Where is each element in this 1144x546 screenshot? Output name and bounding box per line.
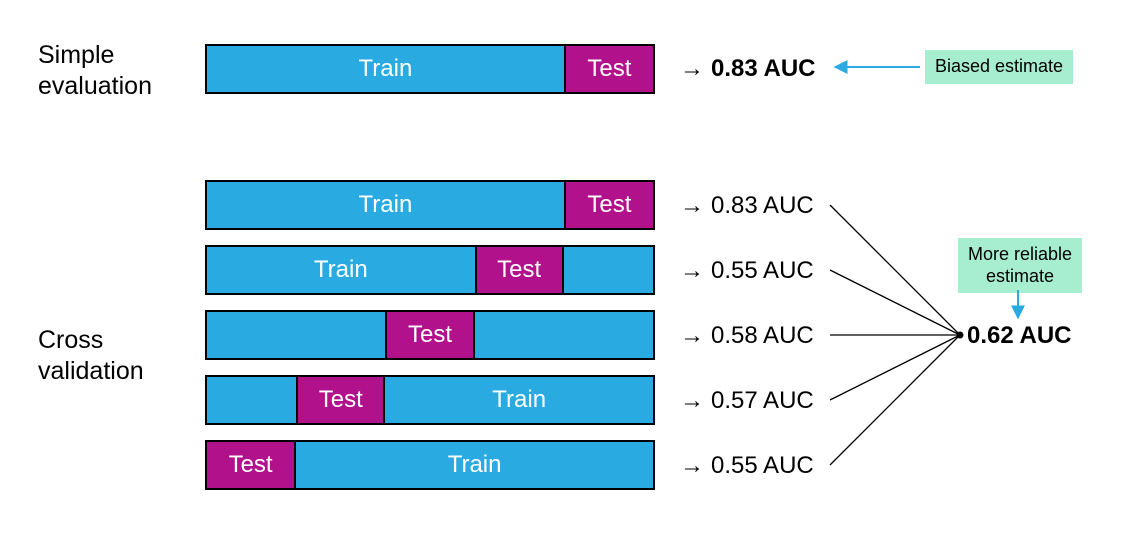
cv2-train-left: Train xyxy=(207,247,475,293)
arrow-icon: → xyxy=(680,257,704,285)
test-label: Test xyxy=(319,386,363,414)
train-label: Train xyxy=(359,191,413,219)
cv2-test: Test xyxy=(475,247,564,293)
section-label-cross: Cross validation xyxy=(38,325,144,388)
test-label: Test xyxy=(408,321,452,349)
simple-result: 0.83 AUC xyxy=(711,55,815,83)
test-label: Test xyxy=(587,191,631,219)
simple-train-segment: Train xyxy=(207,46,564,92)
section-label-simple: Simple evaluation xyxy=(38,40,152,103)
cv5-train: Train xyxy=(296,442,653,488)
simple-test-segment: Test xyxy=(564,46,653,92)
simple-bar: Train Test xyxy=(205,44,655,94)
arrow-icon: → xyxy=(680,322,704,350)
test-label: Test xyxy=(587,55,631,83)
cv-result-2: 0.55 AUC xyxy=(711,257,814,285)
section-label-cross-text: Cross validation xyxy=(38,326,144,385)
arrow-icon: → xyxy=(680,55,704,83)
train-label: Train xyxy=(492,386,546,414)
cv4-train-right: Train xyxy=(385,377,653,423)
train-label: Train xyxy=(359,55,413,83)
cv4-train-left xyxy=(207,377,296,423)
cv2-train-right xyxy=(564,247,653,293)
cv3-test: Test xyxy=(385,312,474,358)
cv5-test: Test xyxy=(207,442,296,488)
test-label: Test xyxy=(229,451,273,479)
cv-result-4: 0.57 AUC xyxy=(711,387,814,415)
cv1-train: Train xyxy=(207,182,564,228)
cv-bar-1: Train Test xyxy=(205,180,655,230)
train-label: Train xyxy=(314,256,368,284)
test-label: Test xyxy=(497,256,541,284)
cv-mean-result: 0.62 AUC xyxy=(967,322,1071,350)
arrow-icon: → xyxy=(680,387,704,415)
cv-bar-3: Test xyxy=(205,310,655,360)
tag-reliable: More reliable estimate xyxy=(958,238,1082,293)
cv-result-1: 0.83 AUC xyxy=(711,192,814,220)
cv1-test: Test xyxy=(564,182,653,228)
arrow-icon: → xyxy=(680,192,704,220)
cv-bar-4: Test Train xyxy=(205,375,655,425)
cv4-test: Test xyxy=(296,377,385,423)
cv3-train-left xyxy=(207,312,385,358)
cv3-train-right xyxy=(475,312,653,358)
arrow-icon: → xyxy=(680,452,704,480)
cv-result-5: 0.55 AUC xyxy=(711,452,814,480)
tag-biased: Biased estimate xyxy=(925,50,1073,84)
section-label-simple-text: Simple evaluation xyxy=(38,41,152,100)
train-label: Train xyxy=(448,451,502,479)
cv-result-3: 0.58 AUC xyxy=(711,322,814,350)
cv-bar-2: Train Test xyxy=(205,245,655,295)
cv-bar-5: Test Train xyxy=(205,440,655,490)
